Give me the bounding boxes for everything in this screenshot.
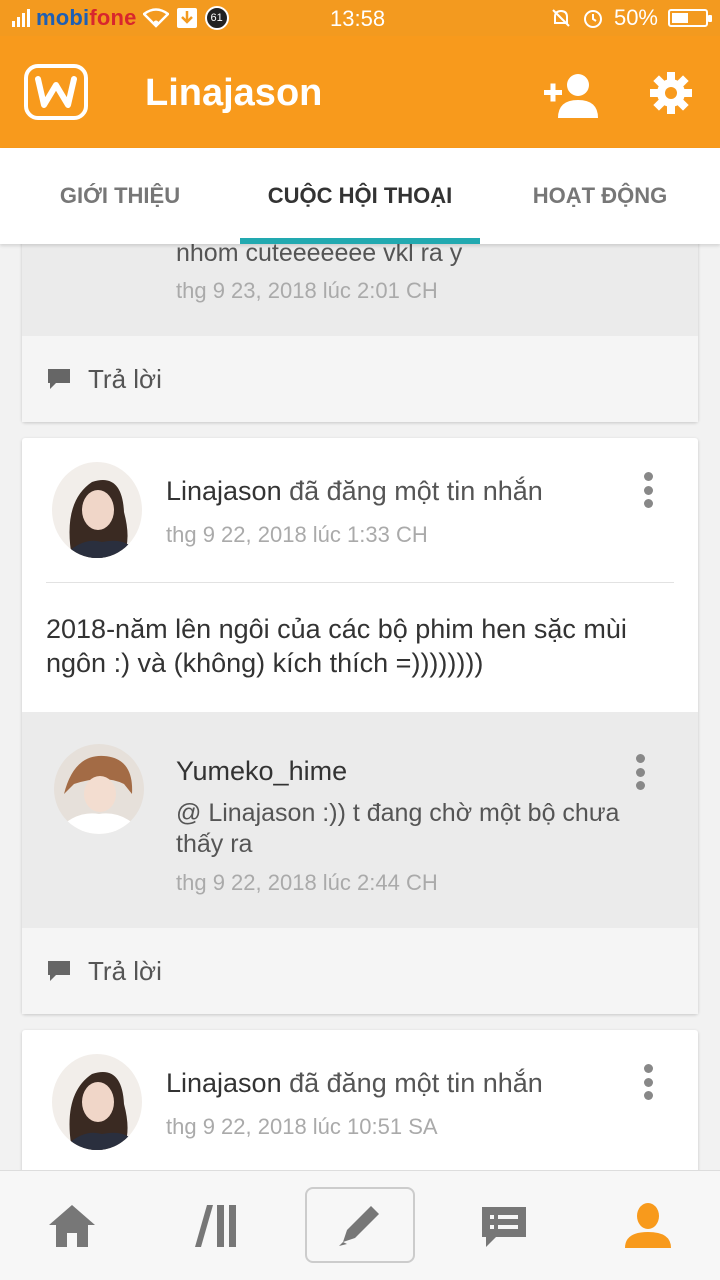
comment-text: nhom cuteeeeeee vkl ra y bbox=[176, 244, 463, 267]
comment-text: thấy ra bbox=[176, 830, 253, 858]
comment-author[interactable]: Yumeko_hime bbox=[176, 756, 347, 787]
author-name[interactable]: Linajason bbox=[166, 1068, 282, 1098]
tab-about[interactable]: GIỚI THIỆU bbox=[0, 148, 240, 244]
nav-library[interactable] bbox=[174, 1191, 258, 1261]
author-name[interactable]: Linajason bbox=[166, 476, 282, 506]
wattpad-logo-icon[interactable] bbox=[24, 64, 88, 120]
avatar[interactable] bbox=[52, 462, 142, 558]
library-icon bbox=[195, 1205, 236, 1247]
message-line: 2018-năm lên ngôi của các bộ phim hen sặ… bbox=[46, 614, 627, 644]
comment-area: Yumeko_hime @ Linajason :)) t đang chờ m… bbox=[22, 712, 698, 928]
page-title: Linajason bbox=[145, 72, 323, 114]
notification-badge: 61 bbox=[204, 6, 229, 30]
conversation-feed[interactable]: nhom cuteeeeeee vkl ra y thg 9 23, 2018 … bbox=[0, 244, 720, 1170]
avatar[interactable] bbox=[54, 744, 144, 834]
reply-button[interactable]: Trả lời bbox=[22, 336, 698, 422]
divider bbox=[46, 582, 674, 583]
post-action: đã đăng một tin nhắn bbox=[289, 1068, 543, 1098]
nav-messages[interactable] bbox=[462, 1191, 546, 1261]
post-header: Linajason đã đăng một tin nhắn bbox=[166, 1068, 543, 1099]
comment-text: @ Linajason :)) t đang chờ một bộ chưa bbox=[176, 799, 620, 827]
reply-label: Trả lời bbox=[88, 955, 162, 986]
tab-activity[interactable]: HOẠT ĐỘNG bbox=[480, 148, 720, 244]
clock: 13:58 bbox=[330, 6, 386, 31]
more-options-icon[interactable] bbox=[634, 754, 646, 790]
conversation-card: Linajason đã đăng một tin nhắn thg 9 22,… bbox=[22, 438, 698, 1014]
post-timestamp: thg 9 22, 2018 lúc 1:33 CH bbox=[166, 522, 428, 547]
messages-icon bbox=[482, 1207, 526, 1247]
profile-tabs: GIỚI THIỆU CUỘC HỘI THOẠI HOẠT ĐỘNG bbox=[0, 148, 720, 244]
comment-timestamp: thg 9 22, 2018 lúc 2:44 CH bbox=[176, 870, 438, 895]
comment-bubble-icon bbox=[48, 961, 70, 981]
comment-bubble-icon bbox=[48, 369, 70, 389]
post-header: Linajason đã đăng một tin nhắn bbox=[166, 476, 543, 507]
alarm-icon bbox=[583, 10, 602, 28]
avatar[interactable] bbox=[52, 1054, 142, 1150]
more-options-icon[interactable] bbox=[642, 472, 654, 508]
tab-conversations[interactable]: CUỘC HỘI THOẠI bbox=[240, 148, 480, 244]
reply-label: Trả lời bbox=[88, 363, 162, 394]
nav-profile[interactable] bbox=[606, 1191, 690, 1261]
profile-icon bbox=[625, 1203, 671, 1248]
conversation-card: nhom cuteeeeeee vkl ra y thg 9 23, 2018 … bbox=[22, 244, 698, 422]
comment-timestamp: thg 9 23, 2018 lúc 2:01 CH bbox=[176, 278, 438, 303]
reply-button[interactable]: Trả lời bbox=[22, 928, 698, 1014]
home-icon bbox=[49, 1205, 95, 1247]
message-line: ngôn :) và (không) kích thích =)))))))) bbox=[46, 648, 484, 678]
mute-bell-icon bbox=[552, 9, 570, 27]
carrier-label: mobifone bbox=[36, 5, 137, 30]
add-user-icon[interactable] bbox=[542, 72, 602, 118]
battery-icon bbox=[668, 9, 712, 27]
download-icon bbox=[176, 8, 197, 28]
nav-home[interactable] bbox=[30, 1191, 114, 1261]
app-bar: Linajason bbox=[0, 36, 720, 148]
post-timestamp: thg 9 22, 2018 lúc 10:51 SA bbox=[166, 1114, 438, 1139]
bottom-navigation bbox=[0, 1170, 720, 1280]
conversation-card: Linajason đã đăng một tin nhắn thg 9 22,… bbox=[22, 1030, 698, 1170]
signal-icon bbox=[12, 9, 30, 27]
status-bar: mobifone 61 13:58 50% bbox=[0, 0, 720, 36]
more-options-icon[interactable] bbox=[642, 1064, 654, 1100]
nav-write[interactable] bbox=[305, 1187, 415, 1263]
battery-percent: 50% bbox=[613, 5, 658, 30]
pencil-icon bbox=[339, 1206, 379, 1246]
wifi-icon bbox=[142, 8, 169, 28]
post-action: đã đăng một tin nhắn bbox=[289, 476, 543, 506]
settings-gear-icon[interactable] bbox=[648, 70, 694, 116]
